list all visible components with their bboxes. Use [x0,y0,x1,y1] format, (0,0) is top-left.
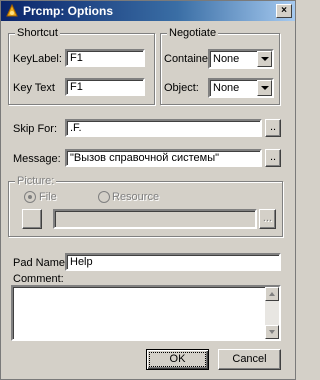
keylabel-label: KeyLabel: [13,53,62,65]
picture-group-label: Picture: [15,175,57,187]
title-bar: Prcmp: Options × [1,1,295,21]
comment-textarea[interactable] [11,285,281,341]
negotiate-group-label: Negotiate [167,27,219,39]
keytext-field[interactable]: F1 [65,78,145,96]
message-field[interactable]: "Вызов справочной системы" [65,149,262,167]
file-radio[interactable] [24,191,36,203]
picture-browse-button[interactable]: ... [259,209,276,229]
keylabel-field[interactable]: F1 [65,49,145,67]
pad-name-label: Pad Name: [13,257,69,269]
skip-for-label: Skip For: [13,123,58,135]
close-button[interactable]: × [276,4,292,18]
skip-for-browse-button[interactable]: .. [265,119,281,137]
picture-path-field[interactable] [53,209,257,229]
scroll-down-icon[interactable] [265,325,279,339]
file-radio-label: File [39,191,57,203]
chevron-down-icon[interactable] [257,51,272,67]
resource-radio[interactable] [98,191,110,203]
keytext-label: Key Text [13,82,55,94]
picture-preview-button[interactable] [22,209,42,229]
object-label: Object: [164,82,199,94]
skip-for-field[interactable]: .F. [65,119,262,137]
container-select-value: None [213,53,240,65]
scroll-up-icon[interactable] [265,287,279,301]
comment-label: Comment: [13,273,64,285]
message-label: Message: [13,153,61,165]
ok-button[interactable]: OK [146,349,209,370]
message-browse-button[interactable]: .. [265,149,281,167]
app-icon [6,4,18,17]
cancel-button[interactable]: Cancel [218,349,281,370]
container-select[interactable]: None [208,49,274,69]
chevron-down-icon[interactable] [257,80,272,96]
resource-radio-label: Resource [112,191,160,203]
shortcut-group-label: Shortcut [15,27,60,39]
object-select-value: None [213,82,240,94]
pad-name-field[interactable]: Help [65,253,281,271]
container-label: Container [164,53,212,65]
options-dialog: Prcmp: Options × Shortcut KeyLabel: F1 K… [0,0,296,380]
object-select[interactable]: None [208,78,274,98]
comment-scrollbar[interactable] [265,287,279,339]
window-title: Prcmp: Options [23,4,114,18]
